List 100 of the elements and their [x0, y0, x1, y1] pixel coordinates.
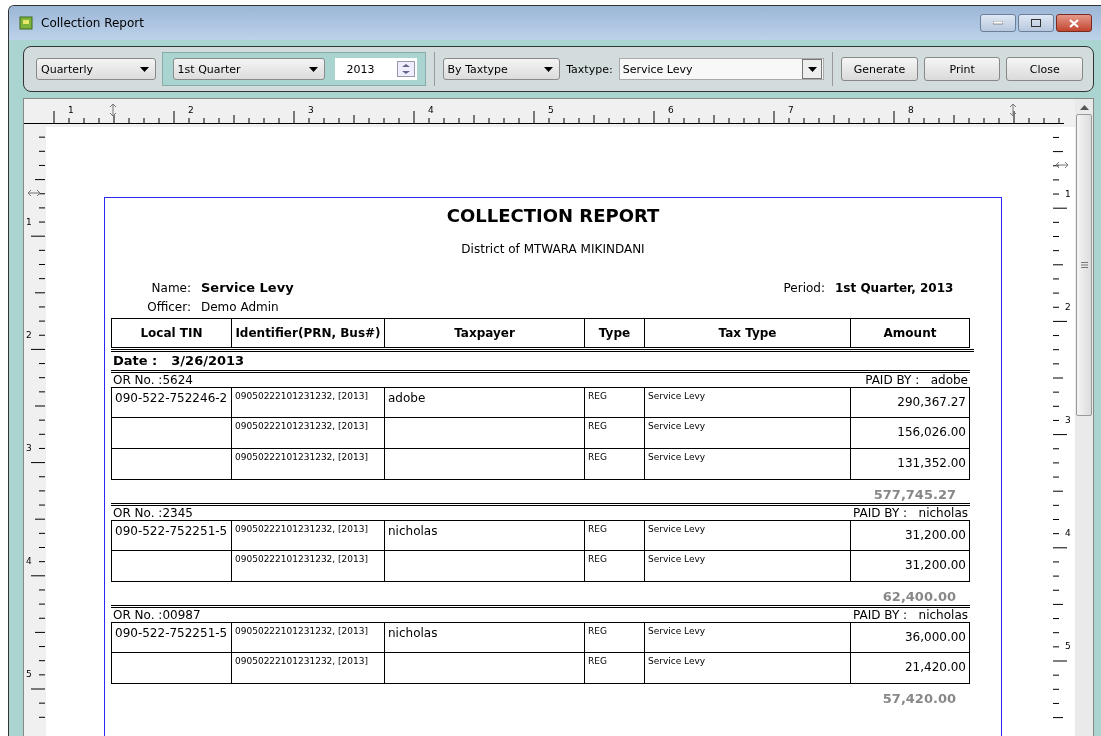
ruler-number: 2	[188, 105, 194, 115]
column-header: Local TIN	[111, 318, 232, 348]
column-header: Identifier(PRN, Bus#)	[232, 318, 385, 348]
ruler-number: 3	[1065, 415, 1071, 425]
paid-by: PAID BY : adobe	[865, 373, 968, 387]
table-cell: 09050222101231232, [2013]	[232, 449, 385, 480]
or-number: OR No. :5624	[113, 373, 193, 387]
table-cell: 090-522-752251-5	[111, 622, 232, 653]
table-cell: REG	[585, 449, 645, 480]
paid-by: PAID BY : nicholas	[853, 506, 968, 520]
table-cell: REG	[585, 418, 645, 449]
ruler-number: 7	[788, 105, 794, 115]
taxtype-label: Taxtype:	[566, 62, 613, 76]
maximize-icon	[1031, 19, 1041, 27]
table-cell: nicholas	[385, 520, 585, 551]
report-subtitle: District of MTWARA MIKINDANI	[460, 242, 646, 256]
column-header: Type	[585, 318, 645, 348]
receipt-total: 57,420.00	[882, 691, 956, 706]
date-label: Date :	[113, 353, 158, 368]
name-value: Service Levy	[201, 280, 295, 295]
ruler-number: 1	[68, 105, 74, 115]
table-cell: REG	[585, 387, 645, 418]
table-cell: Service Levy	[645, 520, 851, 551]
date-value: 3/26/2013	[171, 353, 245, 368]
ruler-number: 8	[908, 105, 914, 115]
toolbar-button[interactable]: Generate	[841, 57, 918, 81]
ruler-number: 4	[428, 105, 434, 115]
year-spinner[interactable]: 2013	[334, 58, 417, 80]
scrollbar-thumb[interactable]	[1076, 114, 1092, 416]
table-cell: REG	[585, 622, 645, 653]
table-cell: 290,367.27	[851, 387, 970, 418]
ruler-number: 2	[26, 330, 32, 340]
ruler-number: 5	[548, 105, 554, 115]
caret-icon	[544, 66, 554, 72]
table-cell: REG	[585, 520, 645, 551]
column-header: Amount	[851, 318, 970, 348]
table-cell: 31,200.00	[851, 520, 970, 551]
table-cell: 09050222101231232, [2013]	[232, 622, 385, 653]
receipt-total: 62,400.00	[882, 589, 956, 604]
ruler-number: 2	[1065, 302, 1071, 312]
ruler-number: 3	[26, 443, 32, 453]
table-cell: nicholas	[385, 622, 585, 653]
close-icon	[1069, 18, 1079, 28]
maximize-button[interactable]	[1018, 14, 1054, 32]
table-cell: REG	[585, 653, 645, 684]
spinner-arrows-icon	[396, 61, 415, 77]
ruler-number: 1	[1065, 189, 1071, 199]
toolbar-button[interactable]: Close	[1006, 57, 1083, 81]
table-cell: Service Levy	[645, 449, 851, 480]
group-dropdown[interactable]: By Taxtype	[442, 58, 561, 80]
caret-icon	[807, 66, 817, 72]
or-number: OR No. :00987	[113, 608, 201, 622]
table-cell: 09050222101231232, [2013]	[232, 653, 385, 684]
ruler-number: 6	[668, 105, 674, 115]
paid-by: PAID BY : nicholas	[853, 608, 968, 622]
ruler-number: 5	[26, 669, 32, 679]
table-cell: 09050222101231232, [2013]	[232, 551, 385, 582]
table-cell: 36,000.00	[851, 622, 970, 653]
table-cell: 09050222101231232, [2013]	[232, 418, 385, 449]
caret-icon	[308, 66, 318, 72]
officer-label: Officer:	[146, 300, 192, 314]
ruler-number: 1	[26, 217, 32, 227]
table-cell: adobe	[385, 387, 585, 418]
notebook-icon	[19, 16, 33, 30]
table-cell: Service Levy	[645, 622, 851, 653]
table-cell: 090-522-752251-5	[111, 520, 232, 551]
column-header: Taxpayer	[385, 318, 585, 348]
scroll-up-icon[interactable]	[1079, 105, 1089, 110]
period-value: 1st Quarter, 2013	[835, 281, 955, 295]
quarter-dropdown[interactable]: 1st Quarter	[172, 58, 325, 80]
taxtype-combo[interactable]: Service Levy	[618, 58, 825, 80]
table-cell: Service Levy	[645, 418, 851, 449]
table-cell: Service Levy	[645, 653, 851, 684]
table-cell: REG	[585, 551, 645, 582]
name-label: Name:	[150, 281, 192, 295]
or-number: OR No. :2345	[113, 506, 193, 520]
table-cell: 156,026.00	[851, 418, 970, 449]
ruler-number: 4	[26, 556, 32, 566]
table-cell: Service Levy	[645, 387, 851, 418]
toolbar-button[interactable]: Print	[923, 57, 1001, 81]
table-cell: 31,200.00	[851, 551, 970, 582]
receipt-total: 577,745.27	[873, 487, 956, 502]
table-cell: 09050222101231232, [2013]	[232, 520, 385, 551]
column-header: Tax Type	[645, 318, 851, 348]
period-dropdown[interactable]: Quarterly	[36, 58, 156, 80]
report-title: COLLECTION REPORT	[445, 205, 661, 226]
ruler-number: 4	[1065, 528, 1071, 538]
period-label: Period:	[782, 281, 826, 295]
table-cell: 131,352.00	[851, 449, 970, 480]
window-title: Collection Report	[41, 16, 145, 30]
table-cell: Service Levy	[645, 551, 851, 582]
close-window-button[interactable]	[1056, 14, 1092, 32]
ruler-number: 3	[308, 105, 314, 115]
grip-icon	[1080, 262, 1088, 268]
ruler-number: 5	[1065, 641, 1071, 651]
officer-value: Demo Admin	[201, 300, 280, 314]
table-cell: 090-522-752246-2	[111, 387, 232, 418]
minimize-icon	[993, 21, 1003, 25]
table-cell: 21,420.00	[851, 653, 970, 684]
caret-icon	[139, 66, 149, 72]
